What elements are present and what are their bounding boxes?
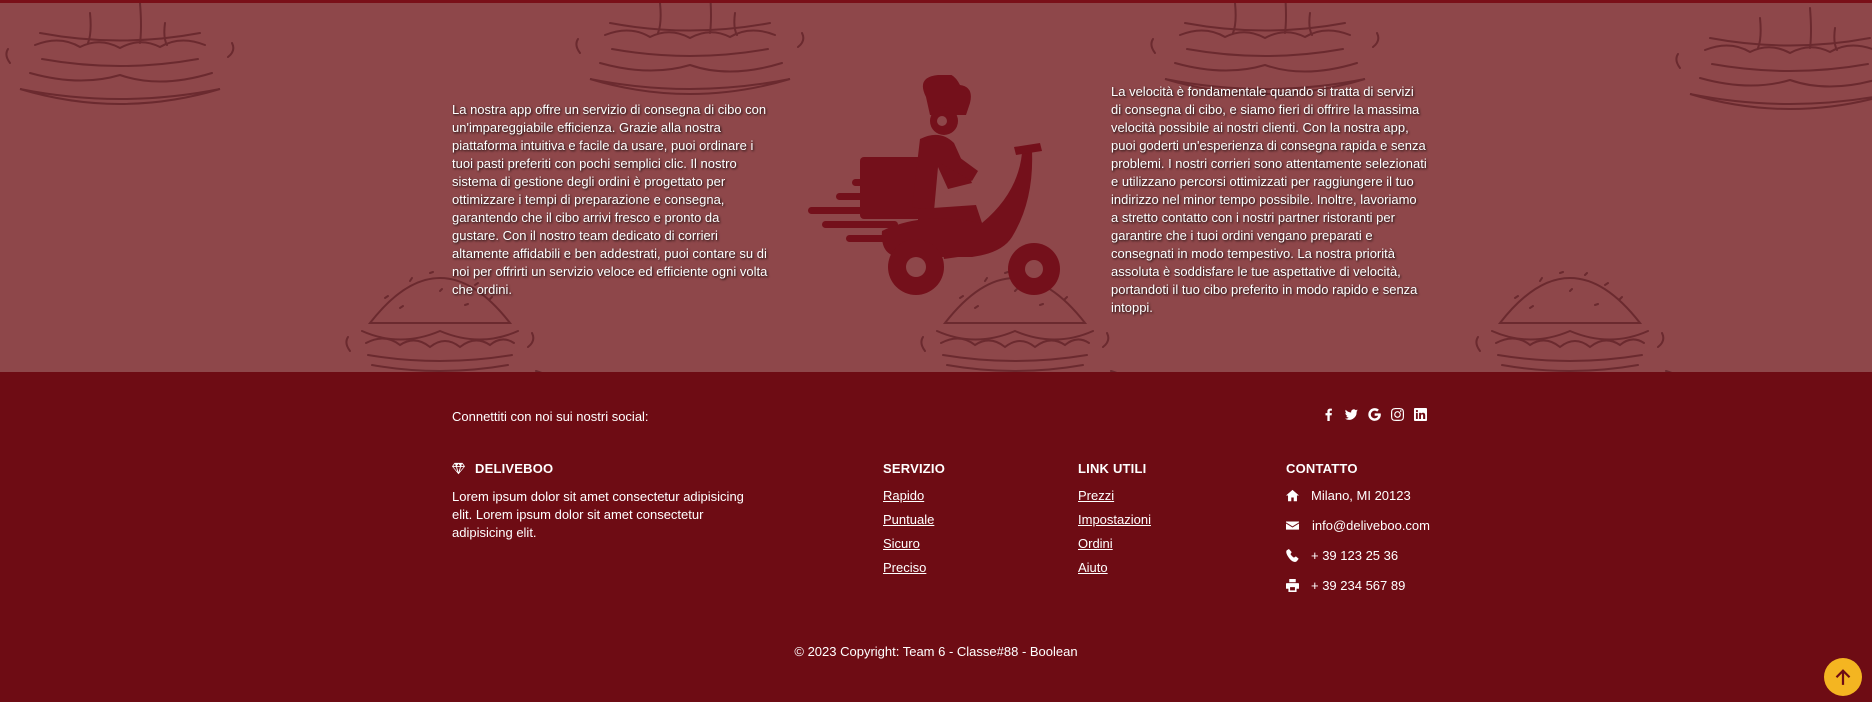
instagram-icon[interactable] [1391,408,1404,421]
brand-title: DELIVEBOO [452,461,553,476]
contact-fax: + 39 234 567 89 [1286,578,1430,608]
footer: Connettiti con noi sui nostri social: DE… [0,372,1872,702]
link-puntuale[interactable]: Puntuale [883,512,934,527]
list-item: Aiuto [1078,560,1151,584]
list-item: Preciso [883,560,934,584]
google-icon[interactable] [1368,408,1381,421]
twitter-icon[interactable] [1345,408,1358,421]
brand-description: Lorem ipsum dolor sit amet consectetur a… [452,489,744,540]
copyright-text: © 2023 Copyright: Team 6 - Classe#88 - B… [794,644,1078,659]
envelope-icon [1286,521,1299,530]
print-icon [1286,579,1299,592]
link-sicuro[interactable]: Sicuro [883,536,920,551]
list-item: Rapido [883,488,934,512]
list-item: Ordini [1078,536,1151,560]
social-icons [1322,408,1427,421]
info-section: La nostra app offre un servizio di conse… [0,0,1872,372]
facebook-icon[interactable] [1322,408,1335,421]
contact-list: Milano, MI 20123 info@deliveboo.com + 39… [1286,488,1430,608]
info-speed-text: La velocità è fondamentale quando si tra… [1111,84,1427,315]
contact-phone: + 39 123 25 36 [1286,548,1430,578]
home-icon [1286,489,1299,502]
contact-address: Milano, MI 20123 [1286,488,1430,518]
social-connect-text: Connettiti con noi sui nostri social: [452,409,649,424]
delivery-rider-icon [808,75,1060,295]
arrow-up-icon [1835,669,1851,685]
link-utili-title: LINK UTILI [1078,461,1147,476]
contact-email: info@deliveboo.com [1286,518,1430,548]
link-rapido[interactable]: Rapido [883,488,924,503]
contatto-title: CONTATTO [1286,461,1358,476]
linkedin-icon[interactable] [1414,408,1427,421]
link-aiuto[interactable]: Aiuto [1078,560,1108,575]
list-item: Sicuro [883,536,934,560]
link-prezzi[interactable]: Prezzi [1078,488,1114,503]
info-efficiency-text: La nostra app offre un servizio di conse… [452,102,768,297]
link-ordini[interactable]: Ordini [1078,536,1113,551]
link-impostazioni[interactable]: Impostazioni [1078,512,1151,527]
list-item: Prezzi [1078,488,1151,512]
link-preciso[interactable]: Preciso [883,560,926,575]
phone-icon [1286,549,1299,562]
scroll-to-top-button[interactable] [1824,658,1862,696]
brand-name: DELIVEBOO [475,461,554,476]
servizio-links: Rapido Puntuale Sicuro Preciso [883,488,934,584]
servizio-title: SERVIZIO [883,461,946,476]
link-utili-links: Prezzi Impostazioni Ordini Aiuto [1078,488,1151,584]
list-item: Puntuale [883,512,934,536]
list-item: Impostazioni [1078,512,1151,536]
gem-icon [452,462,465,475]
